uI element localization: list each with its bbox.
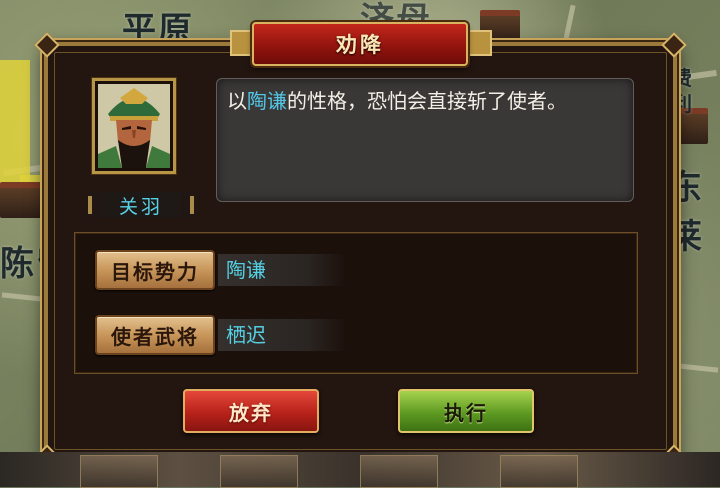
bottom-tile[interactable] <box>360 455 438 488</box>
character-name-plate: 关羽 <box>80 192 202 218</box>
abandon-button[interactable]: 放弃 <box>183 389 319 433</box>
bottom-tile[interactable] <box>80 455 158 488</box>
character-name: 关羽 <box>118 195 163 218</box>
execute-button[interactable]: 执行 <box>398 389 534 433</box>
character-portrait-frame <box>92 78 176 174</box>
speech-suffix: 的性格，恐怕会直接斩了使者。 <box>287 89 567 113</box>
target-faction-button[interactable]: 目标势力 <box>95 250 215 290</box>
bottom-tile[interactable] <box>500 455 578 488</box>
envoy-general-value: 栖迟 <box>218 319 346 351</box>
target-faction-value: 陶谦 <box>218 254 346 286</box>
bottom-city-strip <box>0 452 720 488</box>
bottom-tile[interactable] <box>220 455 298 488</box>
general-portrait-icon <box>98 84 170 168</box>
dialog-title: 劝降 <box>336 33 384 57</box>
speech-prefix: 以 <box>227 89 247 113</box>
speech-box: 以陶谦的性格，恐怕会直接斩了使者。 <box>216 78 634 202</box>
map-city-building[interactable] <box>0 182 44 218</box>
character-portrait <box>98 84 170 168</box>
speech-highlight-name: 陶谦 <box>247 89 287 113</box>
envoy-general-button[interactable]: 使者武将 <box>95 315 215 355</box>
dialog-title-banner: 劝降 <box>252 22 468 66</box>
speech-text: 以陶谦的性格，恐怕会直接斩了使者。 <box>227 85 621 117</box>
